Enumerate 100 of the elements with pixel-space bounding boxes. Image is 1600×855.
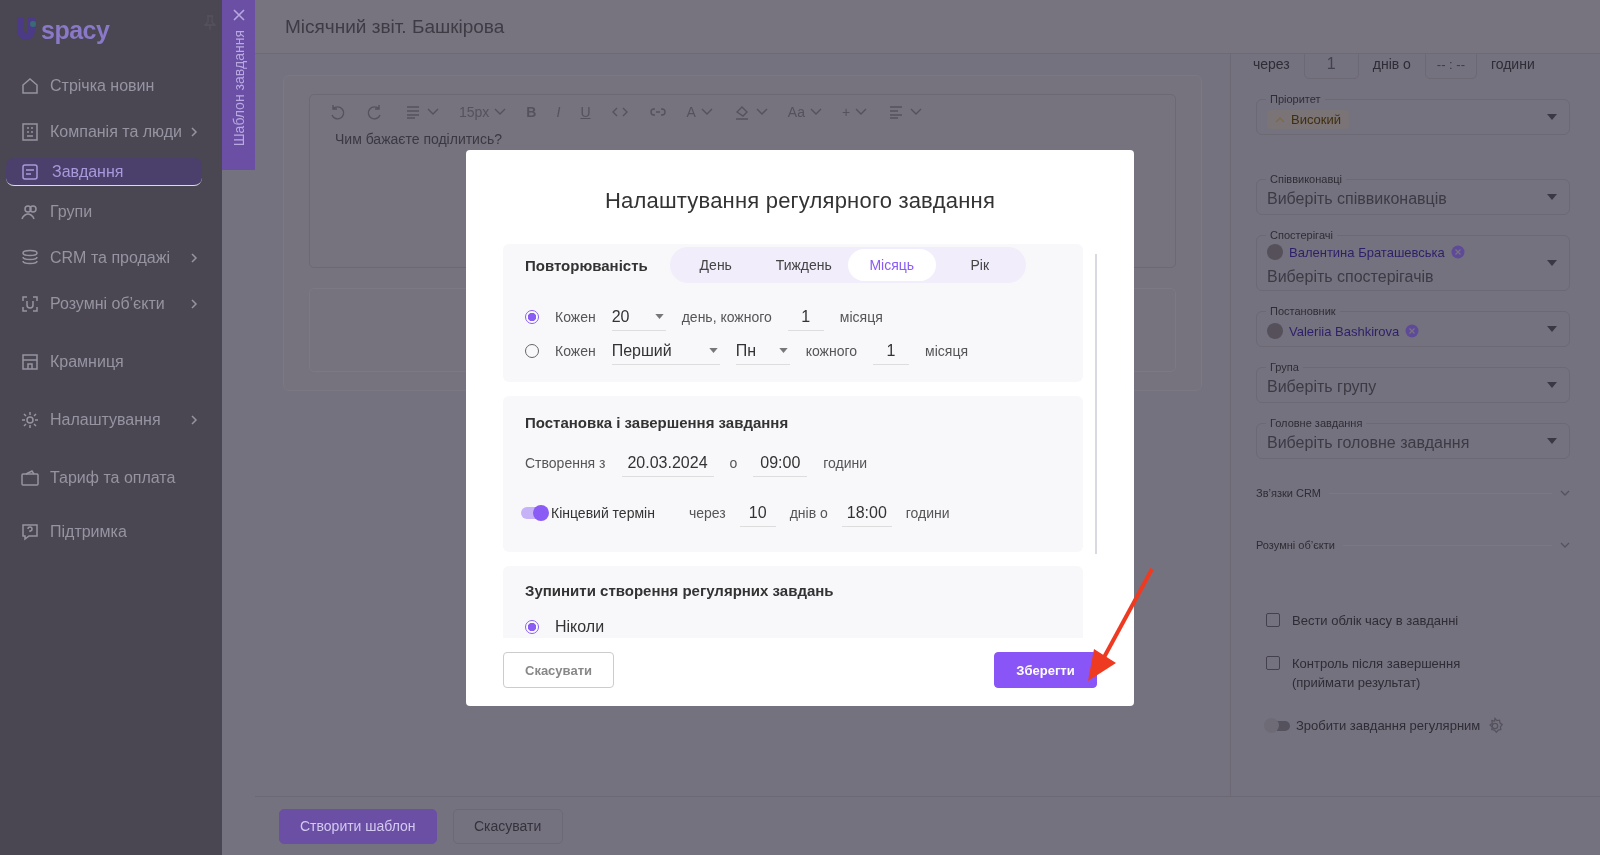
nav-icon <box>20 76 40 96</box>
date-input[interactable]: 20.03.2024 <box>621 449 714 477</box>
sidebar-item[interactable]: Компанія та люди <box>6 112 216 152</box>
option-label: місяця <box>839 309 883 325</box>
field-label: Постановник <box>1266 305 1340 318</box>
sidebar-label: Тариф та оплата <box>50 469 177 487</box>
nav-icon <box>20 352 40 372</box>
dropdown-caret-icon <box>778 348 788 353</box>
sidebar-item[interactable]: Налаштування <box>6 400 216 440</box>
weekday-select[interactable]: Пн <box>735 337 790 365</box>
close-icon[interactable] <box>231 8 246 22</box>
person-chip[interactable]: Валентина Браташевська <box>1267 244 1465 260</box>
at-label: о <box>729 455 738 471</box>
period-tab[interactable]: Рік <box>935 249 1024 281</box>
chevron-down-icon <box>855 108 868 116</box>
sidebar-item[interactable]: Стрічка новин <box>6 66 216 106</box>
sidebar-item[interactable]: CRM та продажі <box>6 238 216 278</box>
field-label: Група <box>1266 361 1303 374</box>
field-placeholder: Виберіть головне завдання <box>1267 434 1470 452</box>
sidebar-label: Компанія та люди <box>50 123 184 141</box>
sidebar-label: Крамниця <box>50 353 125 371</box>
person-chip[interactable]: Valeriia Bashkirova <box>1267 323 1420 339</box>
toggle-switch[interactable] <box>1266 720 1290 731</box>
toolbar-button[interactable]: + <box>833 99 876 125</box>
field-placeholder: Виберіть співвиконавців <box>1267 190 1447 208</box>
deadline-toggle[interactable] <box>521 507 547 519</box>
chevron-right-icon <box>190 126 198 138</box>
avatar-icon <box>1267 323 1283 339</box>
checkbox[interactable] <box>1266 613 1280 627</box>
logo-text: spacy <box>41 15 110 45</box>
sidebar-item[interactable]: Крамниця <box>6 342 216 382</box>
cancel-button[interactable]: Скасувати <box>503 652 614 688</box>
days-label: днів о <box>1372 56 1411 72</box>
section-title: Постановка і завершення завдання <box>525 414 789 431</box>
period-tab[interactable]: Тиждень <box>759 249 848 281</box>
nav-icon <box>20 294 40 314</box>
section-title: Повторюваність <box>525 256 648 274</box>
days-label: днів о <box>789 505 828 521</box>
field-placeholder: Виберіть групу <box>1267 378 1377 396</box>
nav-icon <box>20 202 40 222</box>
chevron-down-icon <box>427 108 439 116</box>
chevron-down-icon <box>910 108 923 116</box>
dropdown-caret-icon <box>1547 438 1557 444</box>
sidebar-item[interactable]: Тариф та оплата <box>6 458 216 498</box>
interval-input[interactable]: 1 <box>787 303 824 331</box>
days-input[interactable]: 10 <box>739 499 776 527</box>
collapsible-section[interactable]: Зв’язки CRM <box>1256 487 1570 499</box>
dropdown-caret-icon <box>1547 260 1557 266</box>
nav-icon <box>20 522 40 542</box>
period-tab[interactable]: Місяць <box>847 249 936 281</box>
side-tab-label: Шаблон завдання <box>230 30 247 147</box>
ordinal-select[interactable]: Перший <box>611 337 720 365</box>
radio-button[interactable] <box>525 620 539 634</box>
sidebar-item[interactable]: Завдання <box>6 158 202 186</box>
create-template-button[interactable]: Створити шаблон <box>279 808 437 844</box>
radio-button[interactable] <box>525 310 539 324</box>
cancel-button[interactable]: Скасувати <box>452 808 563 844</box>
deadline-prefix: через <box>1253 56 1290 72</box>
chevron-down-icon <box>494 108 507 116</box>
dropdown-caret-icon <box>1547 326 1557 332</box>
scrollbar[interactable] <box>1095 254 1097 554</box>
remove-icon[interactable] <box>1405 324 1420 338</box>
option-label: кожного <box>805 343 858 359</box>
sidebar-label: Групи <box>50 203 94 221</box>
section-title: Зупинити створення регулярних завдань <box>525 582 834 599</box>
field-label: Спостерігачі <box>1266 229 1337 242</box>
priority-tag: Високий <box>1267 109 1350 129</box>
nav-icon <box>20 161 40 182</box>
nav-icon <box>20 122 40 142</box>
save-button[interactable]: Зберегти <box>994 652 1097 688</box>
chevron-right-icon <box>190 298 198 310</box>
field-label: Співвиконавці <box>1266 173 1346 186</box>
side-tab[interactable]: Шаблон завдання <box>222 0 255 170</box>
time-input[interactable]: 18:00 <box>841 499 892 527</box>
checkbox[interactable] <box>1266 656 1280 670</box>
start-label: Створення з <box>525 455 606 471</box>
dropdown-caret-icon <box>1547 382 1557 388</box>
interval-input[interactable]: 1 <box>873 337 910 365</box>
page-title: Місячний звіт. Башкірова <box>285 15 505 38</box>
remove-icon[interactable] <box>1450 245 1465 259</box>
chevron-down-icon <box>1560 490 1570 496</box>
field-label: Пріоритет <box>1266 93 1325 106</box>
chevron-down-icon <box>700 108 713 116</box>
chevron-down-icon <box>809 108 822 116</box>
option-label: Ніколи <box>555 618 605 636</box>
sidebar-label: Підтримка <box>50 523 128 541</box>
sidebar-item[interactable]: Групи <box>6 192 216 232</box>
period-tab[interactable]: День <box>671 249 760 281</box>
avatar-icon <box>1267 244 1283 260</box>
option-label: Кожен <box>555 343 596 359</box>
dropdown-caret-icon <box>1547 194 1557 200</box>
nav-icon <box>20 468 40 488</box>
sidebar-item[interactable]: Підтримка <box>6 512 216 552</box>
time-input[interactable]: 09:00 <box>753 449 808 477</box>
day-select[interactable]: 20 <box>611 303 666 331</box>
sidebar-item[interactable]: Розумні об’єкти <box>6 284 216 324</box>
collapsible-section[interactable]: Розумні об’єкти <box>1256 539 1570 551</box>
dropdown-caret-icon <box>1547 114 1557 120</box>
option-label: Кожен <box>555 309 596 325</box>
chevron-right-icon <box>190 252 198 264</box>
